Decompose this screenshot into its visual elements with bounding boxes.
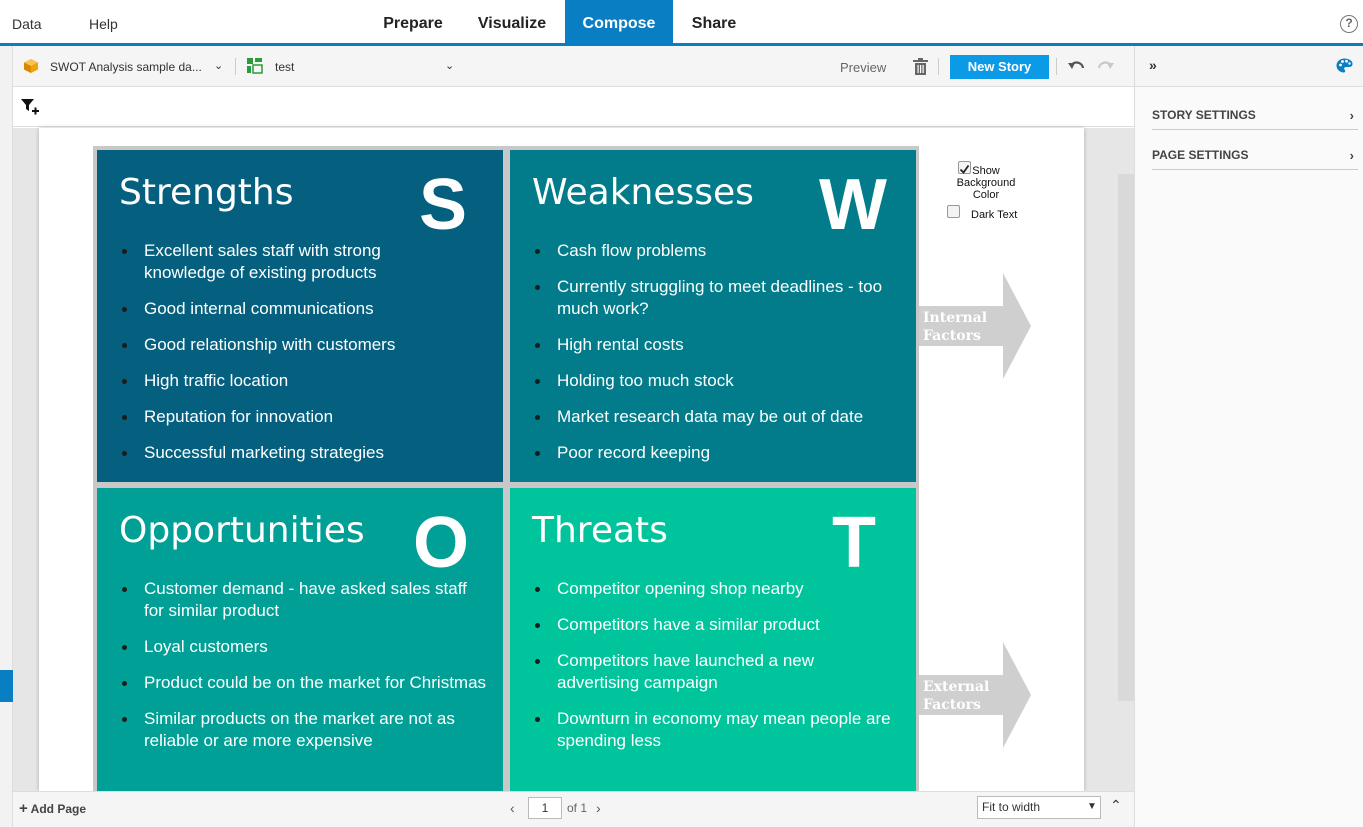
list-item: Holding too much stock [535,370,897,392]
chevron-right-icon: › [1349,108,1354,123]
list-item: Competitors have launched a new advertis… [535,650,897,694]
story-board-icon [247,58,263,74]
toolbar-divider [1056,58,1057,75]
list-item: Reputation for innovation [122,406,434,428]
list-item: Excellent sales staff with strong knowle… [122,240,434,284]
list-item: Competitor opening shop nearby [535,578,897,600]
toolbar-divider [235,58,236,75]
list-item: High rental costs [535,334,897,356]
chevron-right-icon[interactable]: › [596,800,601,816]
show-background-label: Show Background Color [956,165,1016,201]
tab-visualize[interactable]: Visualize [465,0,559,43]
list-item: Similar products on the market are not a… [122,708,489,752]
left-sidebar-strip [0,46,13,827]
tab-prepare[interactable]: Prepare [367,0,459,43]
swot-strengths: Strengths S Excellent sales staff with s… [97,150,503,482]
dark-text-checkbox[interactable] [947,205,960,218]
list-item: Competitors have a similar product [535,614,897,636]
swot-grid[interactable]: Strengths S Excellent sales staff with s… [93,146,919,791]
undo-icon[interactable] [1068,58,1086,74]
preview-button[interactable]: Preview [840,60,886,75]
chevron-down-icon[interactable]: ▼ [1087,801,1097,812]
quad-letter: W [819,165,887,245]
chevron-down-icon[interactable]: ⌄ [214,59,223,72]
chevron-up-icon[interactable]: ⌃ [1110,797,1122,814]
chevron-right-icon: › [1349,148,1354,163]
chevron-down-icon[interactable]: ⌄ [445,59,454,72]
vertical-scrollbar[interactable] [1118,174,1134,701]
weaknesses-list: Cash flow problems Currently struggling … [535,240,897,478]
help-icon[interactable]: ? [1340,15,1358,33]
list-item: Successful marketing strategies [122,442,434,464]
filter-bar [13,87,1134,127]
list-item: Poor record keeping [535,442,897,464]
new-story-button[interactable]: New Story [950,55,1049,79]
settings-panel: » STORY SETTINGS › PAGE SETTINGS › [1134,46,1363,827]
page-settings-section[interactable]: PAGE SETTINGS › [1152,148,1358,170]
list-item: Product could be on the market for Chris… [122,672,489,694]
story-toolbar: SWOT Analysis sample da... ⌄ test ⌄ Prev… [13,46,1134,87]
page-navigation-bar: + Add Page ‹ 1 of 1 › Fit to width ▼ ⌃ [13,791,1134,827]
page-number-input[interactable]: 1 [528,797,562,819]
redo-icon[interactable] [1096,58,1114,74]
swot-opportunities: Opportunities O Customer demand - have a… [97,488,503,791]
story-settings-label: STORY SETTINGS [1152,108,1256,122]
plus-icon: + [19,800,28,817]
add-page-label: Add Page [30,802,86,816]
arrow-label: Internal Factors [923,310,988,344]
dark-text-label: Dark Text [971,209,1018,221]
quad-title: Weaknesses [532,172,754,213]
list-item: Cash flow problems [535,240,897,262]
dataset-icon [24,59,38,73]
tab-compose[interactable]: Compose [565,0,673,43]
external-factors-arrow: External Factors [919,642,1031,748]
menu-data[interactable]: Data [12,16,42,32]
left-panel-toggle[interactable] [0,670,13,702]
list-item: Currently struggling to meet deadlines -… [535,276,897,320]
zoom-select[interactable]: Fit to width [977,796,1101,819]
list-item: Downturn in economy may mean people are … [535,708,897,752]
chevron-left-icon[interactable]: ‹ [510,800,515,816]
quad-letter: S [419,165,468,245]
threats-list: Competitor opening shop nearby Competito… [535,578,897,766]
opportunities-list: Customer demand - have asked sales staff… [122,578,489,766]
arrow-label: External Factors [923,679,990,713]
quad-title: Opportunities [119,510,365,551]
story-selector[interactable]: test [275,60,294,74]
add-page-button[interactable]: + Add Page [19,800,86,817]
menu-help[interactable]: Help [89,16,118,32]
quad-letter: T [832,503,876,583]
strengths-list: Excellent sales staff with strong knowle… [122,240,434,478]
list-item: High traffic location [122,370,434,392]
swot-weaknesses: Weaknesses W Cash flow problems Currentl… [510,150,916,482]
story-canvas: Strengths S Excellent sales staff with s… [13,128,1134,791]
dataset-selector[interactable]: SWOT Analysis sample da... [50,60,202,74]
internal-factors-arrow: Internal Factors [919,273,1031,379]
story-settings-section[interactable]: STORY SETTINGS › [1152,108,1358,130]
collapse-panel-icon[interactable]: » [1149,57,1157,73]
toolbar-divider [938,58,939,75]
quad-letter: O [413,503,470,583]
quad-title: Strengths [119,172,294,213]
list-item: Market research data may be out of date [535,406,897,428]
top-menu-bar: Data Help Prepare Visualize Compose Shar… [0,0,1363,46]
page-settings-label: PAGE SETTINGS [1152,148,1249,162]
list-item: Loyal customers [122,636,489,658]
trash-icon[interactable] [913,58,928,75]
story-page: Strengths S Excellent sales staff with s… [39,128,1084,791]
quad-title: Threats [532,510,668,551]
swot-threats: Threats T Competitor opening shop nearby… [510,488,916,791]
palette-icon[interactable] [1336,58,1353,73]
list-item: Good internal communications [122,298,434,320]
list-item: Customer demand - have asked sales staff… [122,578,489,622]
page-count: of 1 [567,801,588,815]
tab-share[interactable]: Share [677,0,751,43]
list-item: Good relationship with customers [122,334,434,356]
add-filter-icon[interactable] [21,98,39,116]
settings-panel-header: » [1135,46,1363,87]
